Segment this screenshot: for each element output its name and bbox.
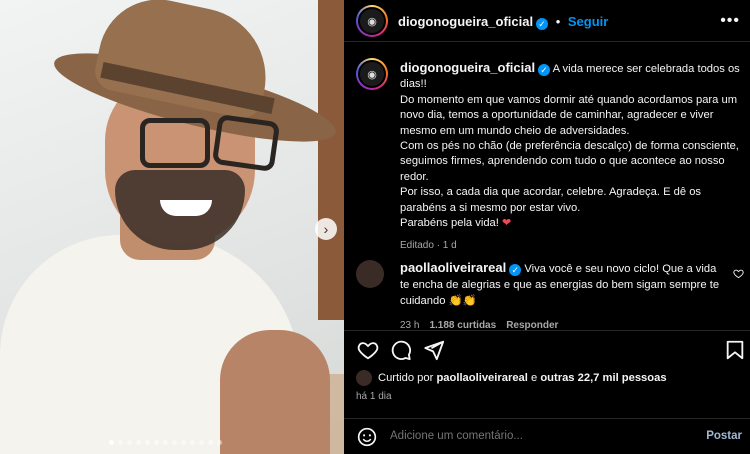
likes-prefix: Curtido por — [378, 372, 434, 384]
post-actions-bar — [344, 330, 750, 368]
carousel-dot — [217, 440, 222, 445]
carousel-dot — [118, 440, 123, 445]
likes-mid: e — [530, 372, 538, 384]
likes-summary: Curtido por paollaoliveirareal e outras … — [356, 370, 667, 386]
header-author-line: diogonogueira_oficial ✓ • Seguir — [398, 14, 608, 30]
add-comment-bar: Postar — [344, 418, 750, 454]
carousel-dot — [190, 440, 195, 445]
emoji-smiley-icon[interactable] — [357, 427, 377, 447]
follow-button[interactable]: Seguir — [568, 14, 608, 29]
share-send-icon[interactable] — [423, 339, 445, 361]
author-avatar-image: ◉ — [358, 7, 386, 35]
post-date: há 1 dia — [356, 391, 392, 402]
carousel-dot — [181, 440, 186, 445]
commenter-avatar[interactable] — [356, 260, 384, 288]
carousel-dot — [127, 440, 132, 445]
red-heart-emoji: ❤ — [502, 217, 512, 230]
like-heart-icon[interactable] — [357, 339, 379, 361]
carousel-dot — [163, 440, 168, 445]
carousel-dot — [172, 440, 177, 445]
header-separator: • — [555, 14, 561, 29]
post-header: ◉ diogonogueira_oficial ✓ • Seguir ••• — [344, 0, 750, 42]
carousel-dot — [199, 440, 204, 445]
photo-smile — [160, 200, 212, 216]
liker-username[interactable]: paollaoliveirareal — [436, 372, 527, 384]
photo-glasses-left — [140, 118, 210, 168]
caption-text: diogonogueira_oficial ✓ A vida merece ser… — [400, 60, 740, 254]
carousel-dot — [145, 440, 150, 445]
carousel-dot — [154, 440, 159, 445]
caption-last: Parabéns pela vida! — [400, 217, 499, 230]
more-options-icon[interactable]: ••• — [720, 12, 740, 30]
carousel-dots — [109, 440, 222, 445]
caption-username[interactable]: diogonogueira_oficial — [400, 60, 535, 75]
photo-arm — [220, 330, 330, 454]
photo-door — [318, 0, 344, 320]
comment-emoji: 👏👏 — [448, 294, 477, 307]
likes-others-count[interactable]: outras 22,7 mil pessoas — [540, 372, 666, 384]
post-side-panel: ◉ diogonogueira_oficial ✓ • Seguir ••• ◉ … — [344, 0, 750, 454]
comment-text: paollaoliveirareal ✓ Viva você e seu novo… — [400, 260, 725, 334]
author-avatar[interactable]: ◉ — [356, 5, 388, 37]
carousel-next-button[interactable]: › — [315, 218, 337, 240]
caption-line-3: Por isso, a cada dia que acordar, celebr… — [400, 186, 702, 214]
post-photo[interactable]: › — [0, 0, 344, 454]
caption-avatar[interactable]: ◉ — [356, 58, 388, 90]
caption-verified-icon: ✓ — [538, 64, 551, 76]
header-username[interactable]: diogonogueira_oficial — [398, 14, 533, 29]
comment-like-heart-icon[interactable] — [733, 268, 744, 279]
caption-first-line: diogonogueira_oficial ✓ A vida merece ser… — [400, 60, 740, 93]
caption-line-1: Do momento em que vamos dormir até quand… — [400, 93, 738, 137]
caption-meta: Editado · 1 d — [400, 240, 457, 252]
save-bookmark-icon[interactable] — [724, 339, 746, 361]
caption-avatar-image: ◉ — [358, 60, 386, 88]
liker-avatar[interactable] — [356, 370, 372, 386]
commenter-verified-icon: ✓ — [509, 264, 522, 276]
caption-line-2: Com os pés no chão (de preferência desca… — [400, 140, 739, 183]
photo-glasses-right — [211, 113, 281, 173]
verified-icon: ✓ — [536, 18, 549, 30]
carousel-dot — [109, 440, 114, 445]
commenter-username[interactable]: paollaoliveirareal — [400, 260, 506, 275]
caption-last-line: Parabéns pela vida! ❤ — [400, 216, 740, 231]
post-comment-button[interactable]: Postar — [706, 430, 742, 442]
carousel-dot — [136, 440, 141, 445]
carousel-dot — [208, 440, 213, 445]
likes-text: Curtido por paollaoliveirareal e outras … — [378, 372, 667, 384]
add-comment-input[interactable] — [390, 430, 690, 442]
comment-bubble-icon[interactable] — [390, 339, 412, 361]
